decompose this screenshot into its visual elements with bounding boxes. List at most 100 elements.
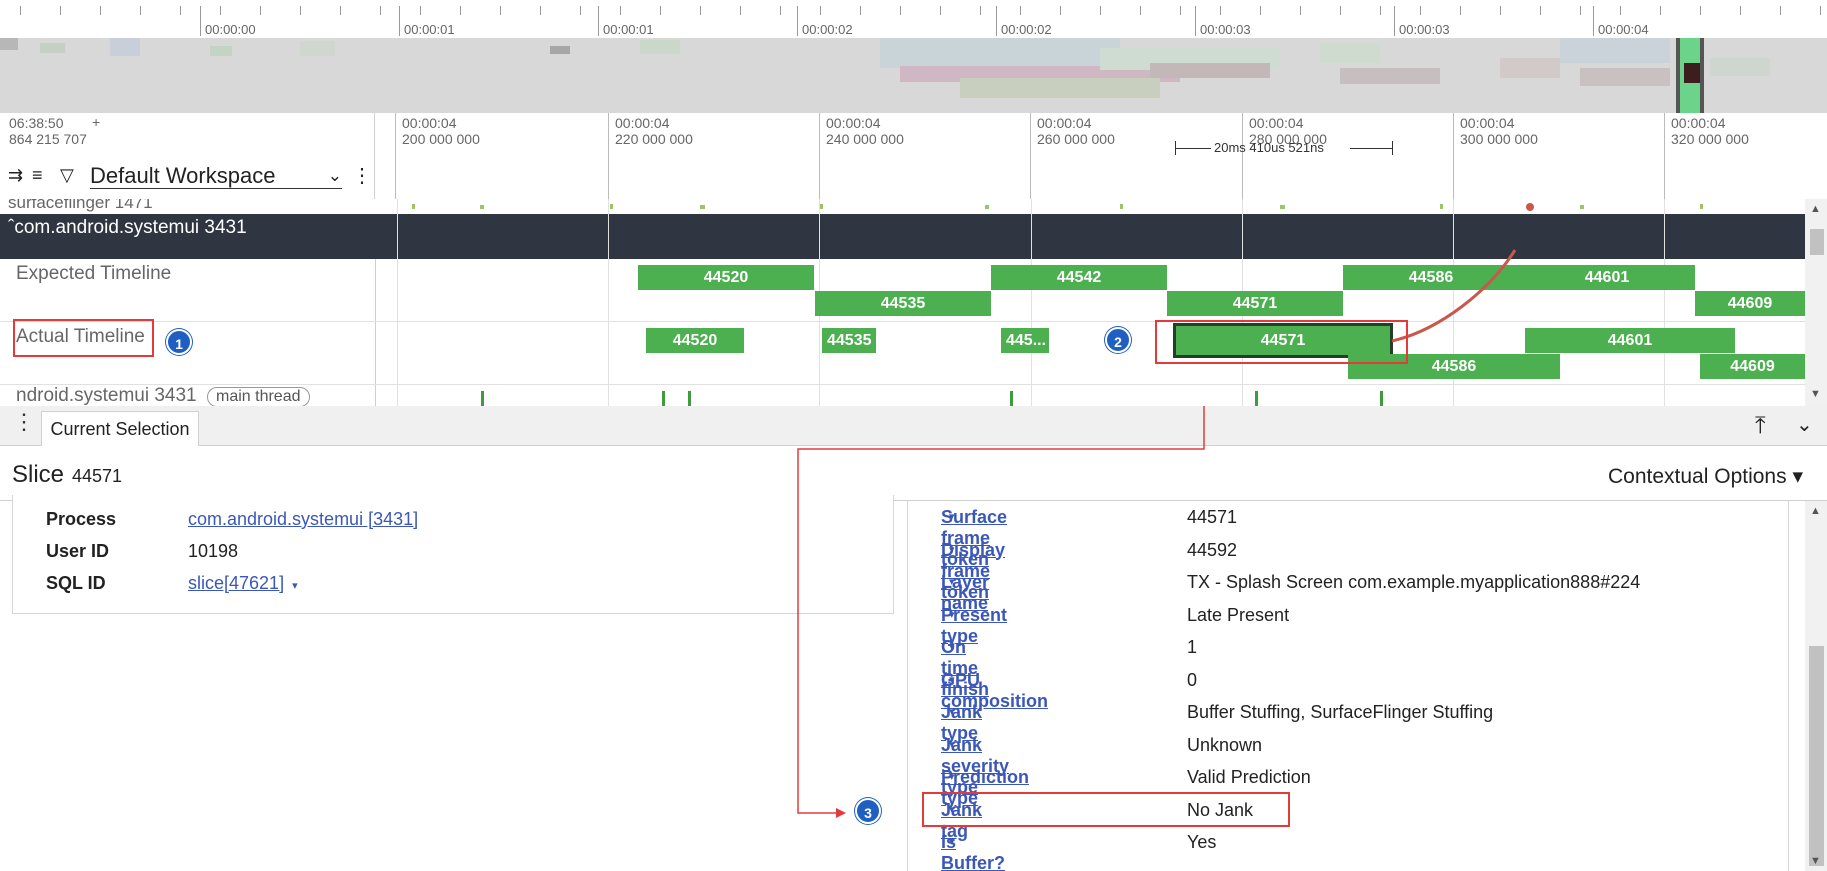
expected-slice[interactable]: 44520 bbox=[638, 265, 814, 290]
scrollbar-thumb[interactable] bbox=[1809, 646, 1824, 866]
overview-minor-tick bbox=[1660, 6, 1661, 15]
scroll-up-icon[interactable]: ▲ bbox=[1810, 203, 1821, 215]
panel-scrollbar[interactable]: ▲ ▼ bbox=[1805, 501, 1827, 871]
tab-current-selection[interactable]: Current Selection bbox=[41, 411, 199, 446]
expected-slice[interactable]: 44542 bbox=[991, 265, 1167, 290]
arg-value: 44592 bbox=[1187, 539, 1238, 560]
arg-value: Valid Prediction bbox=[1187, 767, 1311, 787]
slice-id: 44571 bbox=[72, 466, 123, 486]
overview-minor-tick bbox=[420, 6, 421, 15]
dropdown-icon: ▾ bbox=[292, 580, 298, 592]
overview-label: 00:00:01 bbox=[603, 22, 654, 37]
workspace-label: Default Workspace bbox=[90, 163, 276, 188]
overview-label: 00:00:03 bbox=[1399, 22, 1450, 37]
more-vert-icon[interactable]: ⋮ bbox=[352, 163, 372, 188]
ruler-line bbox=[1664, 113, 1665, 199]
maximize-panel-icon[interactable]: ⤒ bbox=[1755, 412, 1766, 440]
measurement-label: 20ms 410us 521ns bbox=[1214, 140, 1324, 155]
overview-minor-tick bbox=[260, 6, 261, 15]
annotation-badge: 2 bbox=[1105, 327, 1131, 353]
overview-minor-tick bbox=[1740, 6, 1741, 15]
actual-slice[interactable]: 445... bbox=[1001, 328, 1049, 353]
overview-minor-tick bbox=[1340, 6, 1341, 15]
arg-row: Display frame token ▾ 44592 bbox=[941, 539, 1781, 602]
ruler-tick-label: 00:00:04 200 000 000 bbox=[402, 115, 480, 147]
filter-icon[interactable]: ▽ bbox=[60, 165, 74, 186]
actual-slice[interactable]: 44609 bbox=[1700, 354, 1805, 379]
process-link[interactable]: com.android.systemui [3431] bbox=[188, 509, 418, 530]
expected-slice[interactable]: 44571 bbox=[1167, 291, 1343, 316]
track-area[interactable]: surfaceflinger 1471 ˆcom.android.systemu… bbox=[0, 199, 1827, 406]
overview-minor-tick bbox=[60, 6, 61, 15]
arg-key: GPU composition ▾ bbox=[941, 670, 1048, 711]
list-icon[interactable]: ≡ bbox=[32, 165, 43, 186]
annotation-badge: 1 bbox=[166, 329, 192, 355]
ruler-line bbox=[1453, 113, 1454, 199]
overview-minor-tick bbox=[700, 6, 701, 15]
arg-row: Present type ▾ Late Present bbox=[941, 605, 1781, 646]
overview-minor-tick bbox=[540, 6, 541, 15]
scroll-down-icon[interactable]: ▼ bbox=[1810, 388, 1821, 400]
actual-slice[interactable]: 44535 bbox=[822, 328, 876, 353]
arg-value: Unknown bbox=[1187, 734, 1263, 755]
arg-row: Layer name ▾ TX - Splash Screen com.exampl… bbox=[941, 572, 1781, 613]
track-main-thread[interactable]: ndroid.systemui 3431 main thread bbox=[0, 385, 1805, 406]
actual-slice[interactable]: 44520 bbox=[646, 328, 744, 353]
scrollbar-thumb[interactable] bbox=[1810, 229, 1824, 255]
process-header[interactable]: ˆcom.android.systemui 3431 bbox=[0, 214, 1805, 259]
arg-key: Display frame token ▾ bbox=[941, 540, 1005, 602]
expected-slice[interactable]: 44586 bbox=[1343, 265, 1519, 290]
overview-minor-tick bbox=[580, 6, 581, 15]
overview-minor-tick bbox=[1180, 6, 1181, 15]
track-surfaceflinger[interactable]: surfaceflinger 1471 bbox=[0, 199, 1805, 214]
overview-major-tick bbox=[598, 6, 599, 36]
scroll-down-icon[interactable]: ▼ bbox=[1810, 855, 1821, 867]
time-measurement: 20ms 410us 521ns bbox=[1175, 140, 1393, 155]
overview-minor-tick bbox=[900, 6, 901, 15]
sql-id-link[interactable]: slice[47621] ▾ bbox=[188, 573, 298, 594]
arg-row: GPU composition ▾ 0 bbox=[941, 670, 1781, 711]
detail-row: SQL ID slice[47621] ▾ bbox=[46, 573, 298, 594]
arg-row: Jank type ▾ Buffer Stuffing, SurfaceFlinge… bbox=[941, 702, 1781, 743]
more-vert-icon[interactable]: ⋮ bbox=[13, 411, 35, 433]
arg-key-link[interactable]: Is Buffer? bbox=[941, 832, 1005, 871]
offset-plus: + bbox=[92, 114, 101, 130]
overview-minor-tick bbox=[1540, 6, 1541, 15]
contextual-options-button[interactable]: Contextual Options ▾ bbox=[1608, 464, 1803, 489]
overview-minor-tick bbox=[1780, 6, 1781, 15]
expected-slice[interactable]: 44535 bbox=[815, 291, 991, 316]
actual-slice[interactable]: 44601 bbox=[1525, 328, 1735, 353]
overview-heatmap[interactable] bbox=[0, 38, 1827, 113]
overview-minor-tick bbox=[100, 6, 101, 15]
annotation-box-selected-slice bbox=[1155, 320, 1408, 364]
overview-label: 00:00:02 bbox=[802, 22, 853, 37]
overview-label: 00:00:03 bbox=[1200, 22, 1251, 37]
chevron-down-icon[interactable]: ⌄ bbox=[1796, 412, 1813, 437]
detail-time-ruler[interactable]: 00:00:04 200 000 000 00:00:04 220 000 000 … bbox=[375, 113, 1827, 199]
overview-minor-tick bbox=[220, 6, 221, 15]
overview-major-tick bbox=[200, 6, 201, 36]
arg-key: On time finish ▾ bbox=[941, 637, 989, 699]
detail-row: Process com.android.systemui [3431] bbox=[46, 509, 419, 530]
overview-minor-tick bbox=[780, 6, 781, 15]
track-scrollbar[interactable]: ▲ ▼ bbox=[1805, 199, 1827, 406]
overview-minor-tick bbox=[1300, 6, 1301, 15]
track-title: surfaceflinger 1471 bbox=[8, 199, 153, 212]
scroll-up-icon[interactable]: ▲ bbox=[1810, 505, 1821, 517]
ruler-line bbox=[1242, 113, 1243, 199]
overview-major-tick bbox=[996, 6, 997, 36]
expected-slice[interactable]: 44601 bbox=[1519, 265, 1695, 290]
track-label: ndroid.systemui 3431 bbox=[16, 385, 197, 406]
overview-label: 00:00:04 bbox=[1598, 22, 1649, 37]
arg-key: Surface frame token ▾ bbox=[941, 507, 1007, 569]
collapse-all-icon[interactable]: ⇉ bbox=[8, 165, 23, 186]
arg-value: Yes bbox=[1187, 832, 1217, 852]
overview-label: 00:00:02 bbox=[1001, 22, 1052, 37]
slice-title-bar: Slice 44571 Contextual Options ▾ bbox=[0, 446, 1827, 501]
overview-major-tick bbox=[1593, 6, 1594, 36]
overview-major-tick bbox=[1394, 6, 1395, 36]
overview-timeline[interactable]: 00:00:00 00:00:01 00:00:01 00:00:02 00:0… bbox=[0, 0, 1827, 113]
detail-row: User ID 10198 bbox=[46, 541, 239, 561]
workspace-select[interactable]: Default Workspace ⌄ bbox=[90, 163, 342, 189]
expected-slice[interactable]: 44609 bbox=[1695, 291, 1805, 316]
